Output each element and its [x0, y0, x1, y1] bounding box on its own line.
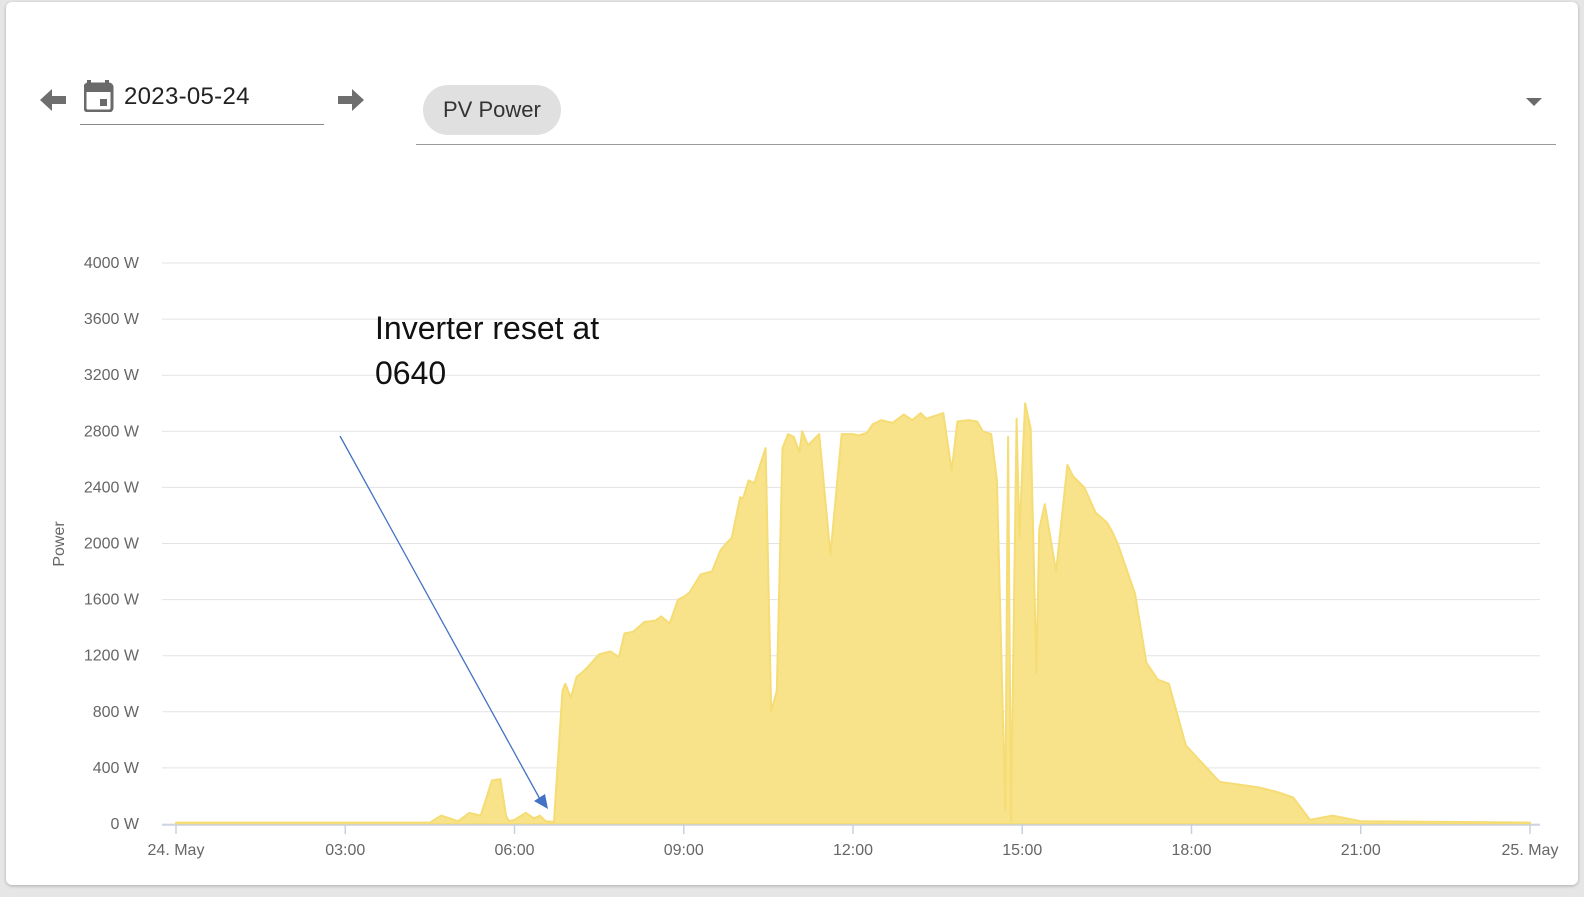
y-tick-label: 1600 W [84, 592, 140, 609]
y-tick-label: 1200 W [84, 648, 140, 665]
x-tick-label: 25. May [1502, 842, 1559, 859]
x-tick-label: 06:00 [494, 842, 534, 859]
x-tick-label: 12:00 [833, 842, 873, 859]
pv-power-chart: 0 W 400 W 800 W 1200 W 1600 W 2000 W 2400 W 280… [51, 255, 1559, 859]
annotation-line-2: 0640 [375, 355, 447, 391]
annotation-arrow-group [339, 435, 548, 809]
y-tick-label: 2400 W [84, 479, 140, 496]
y-tick-label: 3200 W [84, 367, 140, 384]
area-series [175, 402, 1531, 825]
annotation-arrow [339, 435, 542, 802]
pv-power-area [175, 402, 1531, 825]
axes [162, 824, 1540, 834]
x-tick-label: 18:00 [1171, 842, 1211, 859]
annotation-arrowhead [534, 794, 548, 809]
y-tick-label: 400 W [93, 760, 140, 777]
x-tick-label: 09:00 [664, 842, 704, 859]
x-tick-label: 24. May [148, 842, 205, 859]
x-tick-label: 03:00 [325, 842, 365, 859]
annotation-text: Inverter reset at 0640 [375, 306, 599, 396]
y-tick-label: 2800 W [84, 423, 140, 440]
y-tick-label: 4000 W [84, 255, 140, 272]
y-tick-label: 0 W [111, 816, 140, 833]
annotation-line-1: Inverter reset at [375, 310, 600, 346]
y-tick-label: 800 W [93, 704, 140, 721]
y-tick-label: 2000 W [84, 536, 140, 553]
x-tick-label: 15:00 [1002, 842, 1042, 859]
x-tick-label: 21:00 [1341, 842, 1381, 859]
y-axis-title: Power [51, 521, 68, 567]
chart-card: 2023-05-24 PV Power 0 W 400 W 800 W 1200 W1… [6, 2, 1578, 885]
y-tick-label: 3600 W [84, 311, 140, 328]
